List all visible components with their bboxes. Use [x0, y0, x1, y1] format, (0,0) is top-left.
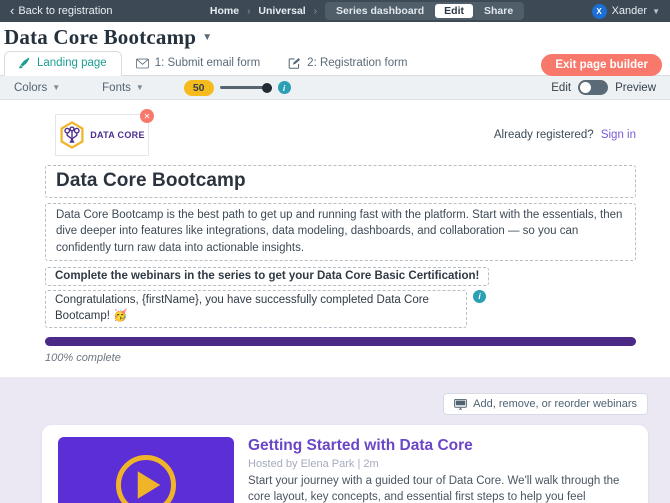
back-chevron-icon: ‹ [10, 4, 14, 17]
view-segmented-control: Series dashboard Edit Share [325, 2, 524, 20]
colors-dropdown[interactable]: Colors ▼ [14, 82, 60, 94]
already-registered-text: Already registered? [494, 129, 594, 141]
tab-registration-form[interactable]: 2: Registration form [274, 52, 421, 75]
preview-mode-label: Preview [615, 82, 656, 94]
play-ring [116, 455, 176, 503]
colors-label: Colors [14, 82, 47, 94]
series-heading: Data Core Bootcamp [56, 170, 625, 192]
datacore-hexagon-icon [59, 121, 85, 149]
slider-knob[interactable] [262, 83, 272, 93]
editable-description-block[interactable]: Data Core Bootcamp is the best path to g… [45, 203, 636, 261]
title-chevron-down-icon[interactable]: ▼ [202, 32, 212, 43]
slider-value-badge: 50 [184, 80, 214, 96]
paintbrush-icon [19, 57, 31, 69]
segment-edit[interactable]: Edit [435, 4, 473, 18]
tab-landing-label: Landing page [37, 57, 107, 69]
logo-block[interactable]: DATA CORE ✕ [55, 114, 149, 156]
congrats-text: Congratulations, {firstName}, you have s… [55, 294, 429, 322]
style-toolbar: Colors ▼ Fonts ▼ 50 i Edit Preview [0, 76, 670, 100]
preview-toggle[interactable] [578, 80, 608, 95]
webinar-thumbnail[interactable] [58, 437, 234, 503]
envelope-icon [136, 58, 149, 69]
fonts-label: Fonts [102, 82, 131, 94]
topbar: ‹ Back to registration Home › Universal … [0, 0, 670, 22]
segment-share[interactable]: Share [475, 4, 522, 18]
progress-bar [45, 337, 636, 346]
chevron-down-icon: ▼ [652, 7, 660, 16]
tab-bar: Landing page 1: Submit email form 2: Reg… [0, 52, 670, 76]
exit-page-builder-button[interactable]: Exit page builder [541, 54, 662, 76]
landing-page-canvas: DATA CORE ✕ Already registered? Sign in … [0, 100, 670, 364]
tab-landing-page[interactable]: Landing page [4, 51, 122, 76]
tab-registration-label: 2: Registration form [307, 57, 407, 69]
font-size-slider[interactable] [220, 86, 272, 89]
play-icon [136, 470, 162, 500]
logo-row: DATA CORE ✕ Already registered? Sign in [45, 114, 636, 156]
breadcrumb-universal[interactable]: Universal [258, 5, 305, 17]
user-name: Xander [612, 5, 647, 17]
webinar-card-body: Getting Started with Data Core Hosted by… [248, 437, 632, 503]
remove-logo-close-icon[interactable]: ✕ [140, 109, 154, 123]
webinars-section: Add, remove, or reorder webinars Getting… [0, 377, 670, 503]
segment-series-dashboard[interactable]: Series dashboard [327, 4, 433, 18]
chevron-down-icon: ▼ [136, 83, 144, 92]
toggle-knob [580, 82, 591, 93]
pencil-square-icon [288, 57, 301, 69]
add-reorder-webinars-button[interactable]: Add, remove, or reorder webinars [443, 393, 648, 415]
add-reorder-label: Add, remove, or reorder webinars [473, 398, 637, 410]
breadcrumb: Home › Universal › Series dashboard Edit… [180, 2, 524, 20]
webinar-host: Hosted by Elena Park | 2m [248, 458, 632, 470]
series-description: Data Core Bootcamp is the best path to g… [56, 209, 622, 254]
avatar: X [592, 4, 607, 19]
monitor-icon [454, 399, 467, 410]
webinar-description: Start your journey with a guided tour of… [248, 473, 632, 503]
info-icon[interactable]: i [278, 81, 291, 94]
fonts-dropdown[interactable]: Fonts ▼ [102, 82, 144, 94]
user-menu[interactable]: X Xander ▼ [592, 4, 660, 19]
back-label: Back to registration [18, 5, 112, 17]
breadcrumb-home[interactable]: Home [210, 5, 239, 17]
page-title: Data Core Bootcamp [4, 25, 196, 50]
signin-row: Already registered? Sign in [494, 129, 636, 141]
breadcrumb-chevron-icon: › [247, 6, 250, 17]
sign-in-link[interactable]: Sign in [601, 129, 636, 141]
back-to-registration-link[interactable]: ‹ Back to registration [10, 5, 113, 17]
page-header: Data Core Bootcamp ▼ [0, 22, 670, 52]
breadcrumb-chevron-icon: › [314, 6, 317, 17]
editable-congrats-block[interactable]: Congratulations, {firstName}, you have s… [45, 290, 467, 328]
progress-label: 100% complete [45, 352, 636, 364]
editable-heading-block[interactable]: Data Core Bootcamp [45, 165, 636, 198]
webinar-title: Getting Started with Data Core [248, 437, 632, 455]
edit-mode-label: Edit [551, 82, 571, 94]
chevron-down-icon: ▼ [52, 83, 60, 92]
info-icon[interactable]: i [473, 290, 486, 303]
tab-submit-email-form[interactable]: 1: Submit email form [122, 52, 274, 75]
webinar-card: Getting Started with Data Core Hosted by… [42, 425, 648, 503]
edit-preview-toggle-group: Edit Preview [551, 80, 656, 95]
font-size-slider-group: 50 i [184, 80, 291, 96]
congrats-row: Congratulations, {firstName}, you have s… [45, 290, 636, 328]
editable-cert-note-block[interactable]: Complete the webinars in the series to g… [45, 267, 489, 286]
cert-note-text: Complete the webinars in the series to g… [55, 270, 479, 282]
tab-email-label: 1: Submit email form [155, 57, 260, 69]
logo-text: DATA CORE [90, 130, 145, 140]
